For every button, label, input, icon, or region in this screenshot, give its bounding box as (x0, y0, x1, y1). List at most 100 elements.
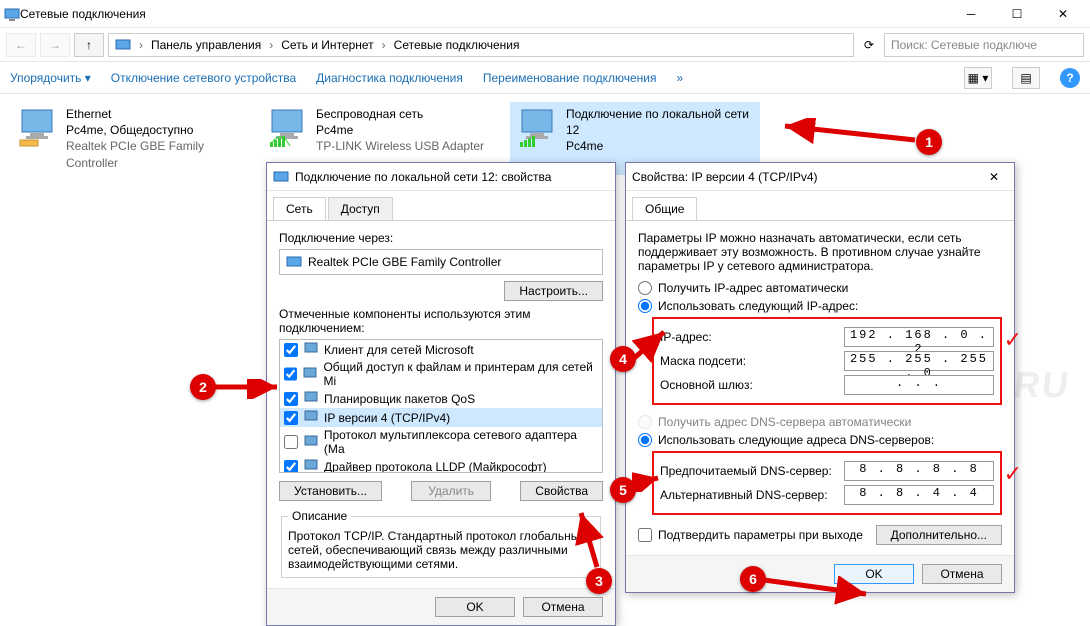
adapter-name: Подключение по локальной сети 12 (566, 106, 754, 138)
component-item[interactable]: Драйвер протокола LLDP (Майкрософт) (280, 457, 602, 473)
advanced-button[interactable]: Дополнительно... (876, 525, 1002, 545)
nic-icon (286, 254, 302, 270)
adapter-device: TP-LINK Wireless USB Adapter (316, 138, 484, 154)
search-input[interactable]: Поиск: Сетевые подключе (884, 33, 1084, 57)
component-checkbox[interactable] (284, 392, 298, 406)
titlebar: Сетевые подключения ─ ☐ ✕ (0, 0, 1090, 28)
forward-button[interactable]: → (40, 33, 70, 57)
dlg1-ok-button[interactable]: OK (435, 597, 515, 617)
ethernet-adapter-icon (16, 106, 58, 171)
radio-manual-ip[interactable]: Использовать следующий IP-адрес: (638, 299, 1002, 313)
tab-network[interactable]: Сеть (273, 197, 326, 220)
component-checkbox[interactable] (284, 411, 298, 425)
description-box: Описание Протокол TCP/IP. Стандартный пр… (281, 509, 601, 578)
component-icon (303, 366, 317, 383)
arrow-6 (762, 576, 872, 606)
radio-auto-dns: Получить адрес DNS-сервера автоматически (638, 415, 1002, 429)
radio-auto-ip-input[interactable] (638, 281, 652, 295)
diagnose-link[interactable]: Диагностика подключения (316, 71, 463, 85)
check-icon: ✓ (1004, 461, 1022, 487)
component-label: Клиент для сетей Microsoft (324, 343, 474, 357)
adapter-ethernet[interactable]: Ethernet Pc4me, Общедоступно Realtek PCI… (10, 102, 260, 175)
check-icon: ✓ (1004, 327, 1022, 353)
search-placeholder: Поиск: Сетевые подключе (891, 38, 1037, 52)
crumb-2[interactable]: Сетевые подключения (394, 38, 520, 52)
arrow-4 (630, 326, 670, 366)
back-button[interactable]: ← (6, 33, 36, 57)
component-item[interactable]: IP версии 4 (TCP/IPv4) (280, 408, 602, 427)
up-button[interactable]: ↑ (74, 33, 104, 57)
component-icon (304, 341, 318, 358)
radio-auto-dns-input (638, 415, 652, 429)
component-checkbox[interactable] (284, 460, 298, 474)
ip-address-input[interactable]: 192 . 168 . 0 . 2 (844, 327, 994, 347)
arrow-1 (780, 118, 920, 158)
dns1-label: Предпочитаемый DNS-сервер: (660, 464, 836, 478)
validate-checkbox[interactable] (638, 528, 652, 542)
component-icon (304, 434, 318, 451)
tab-general[interactable]: Общие (632, 197, 697, 220)
radio-manual-dns[interactable]: Использовать следующие адреса DNS-сервер… (638, 433, 1002, 447)
component-label: Протокол мультиплексора сетевого адаптер… (324, 428, 598, 456)
properties-button[interactable]: Свойства (520, 481, 603, 501)
adapter-device: Realtek PCIe GBE Family Controller (66, 138, 254, 170)
component-item[interactable]: Общий доступ к файлам и принтерам для се… (280, 359, 602, 389)
alternate-dns-input[interactable]: 8 . 8 . 4 . 4 (844, 485, 994, 505)
details-pane-button[interactable]: ▤ (1012, 67, 1040, 89)
chevron-right-icon: › (378, 38, 390, 52)
install-button[interactable]: Установить... (279, 481, 382, 501)
component-label: Драйвер протокола LLDP (Майкрософт) (324, 460, 547, 474)
ip-label: IP-адрес: (660, 330, 836, 344)
connect-via-label: Подключение через: (279, 231, 603, 245)
ipv4-properties-dialog: Свойства: IP версии 4 (TCP/IPv4) ✕ Общие… (625, 162, 1015, 593)
component-icon (304, 409, 318, 426)
network-folder-icon (4, 6, 20, 22)
component-checkbox[interactable] (284, 435, 298, 449)
dns-fields-box: ✓ Предпочитаемый DNS-сервер: 8 . 8 . 8 .… (652, 451, 1002, 515)
arrow-5 (632, 472, 662, 492)
component-item[interactable]: Клиент для сетей Microsoft (280, 340, 602, 359)
minimize-button[interactable]: ─ (948, 0, 994, 28)
dns2-label: Альтернативный DNS-сервер: (660, 488, 836, 502)
gateway-input[interactable]: . . . (844, 375, 994, 395)
marker-3: 3 (586, 568, 612, 594)
components-label: Отмеченные компоненты используются этим … (279, 307, 603, 335)
adapter-status: Pc4me, Общедоступно (66, 122, 254, 138)
radio-manual-dns-input[interactable] (638, 433, 652, 447)
refresh-button[interactable]: ⟳ (858, 38, 880, 52)
component-checkbox[interactable] (284, 367, 297, 381)
subnet-mask-input[interactable]: 255 . 255 . 255 . 0 (844, 351, 994, 371)
uninstall-button: Удалить (411, 481, 491, 501)
preferred-dns-input[interactable]: 8 . 8 . 8 . 8 (844, 461, 994, 481)
radio-auto-ip[interactable]: Получить IP-адрес автоматически (638, 281, 1002, 295)
component-item[interactable]: Протокол мультиплексора сетевого адаптер… (280, 427, 602, 457)
rename-link[interactable]: Переименование подключения (483, 71, 657, 85)
controller-box: Realtek PCIe GBE Family Controller (279, 249, 603, 275)
dlg1-cancel-button[interactable]: Отмена (523, 597, 603, 617)
dlg2-cancel-button[interactable]: Отмена (922, 564, 1002, 584)
adapter-name: Ethernet (66, 106, 254, 122)
maximize-button[interactable]: ☐ (994, 0, 1040, 28)
help-button[interactable]: ? (1060, 68, 1080, 88)
component-checkbox[interactable] (284, 343, 298, 357)
disable-device-link[interactable]: Отключение сетевого устройства (111, 71, 296, 85)
components-list[interactable]: Клиент для сетей Microsoft Общий доступ к… (279, 339, 603, 473)
connection-properties-dialog: Подключение по локальной сети 12: свойст… (266, 162, 616, 626)
dialog2-close-button[interactable]: ✕ (980, 170, 1008, 184)
addressbar: ← → ↑ › Панель управления › Сеть и Интер… (0, 28, 1090, 62)
configure-button[interactable]: Настроить... (504, 281, 603, 301)
tab-sharing[interactable]: Доступ (328, 197, 393, 220)
crumb-0[interactable]: Панель управления (151, 38, 261, 52)
dialog1-title: Подключение по локальной сети 12: свойст… (295, 170, 609, 184)
crumb-1[interactable]: Сеть и Интернет (281, 38, 373, 52)
radio-manual-ip-input[interactable] (638, 299, 652, 313)
close-button[interactable]: ✕ (1040, 0, 1086, 28)
adapter-name: Беспроводная сеть (316, 106, 484, 122)
component-item[interactable]: Планировщик пакетов QoS (280, 389, 602, 408)
organize-menu[interactable]: Упорядочить ▾ (10, 71, 91, 85)
breadcrumb[interactable]: › Панель управления › Сеть и Интернет › … (108, 33, 854, 57)
view-dropdown[interactable]: ▦ ▾ (964, 67, 992, 89)
network-icon (115, 37, 131, 53)
gateway-label: Основной шлюз: (660, 378, 836, 392)
more-indicator[interactable]: » (677, 71, 684, 85)
